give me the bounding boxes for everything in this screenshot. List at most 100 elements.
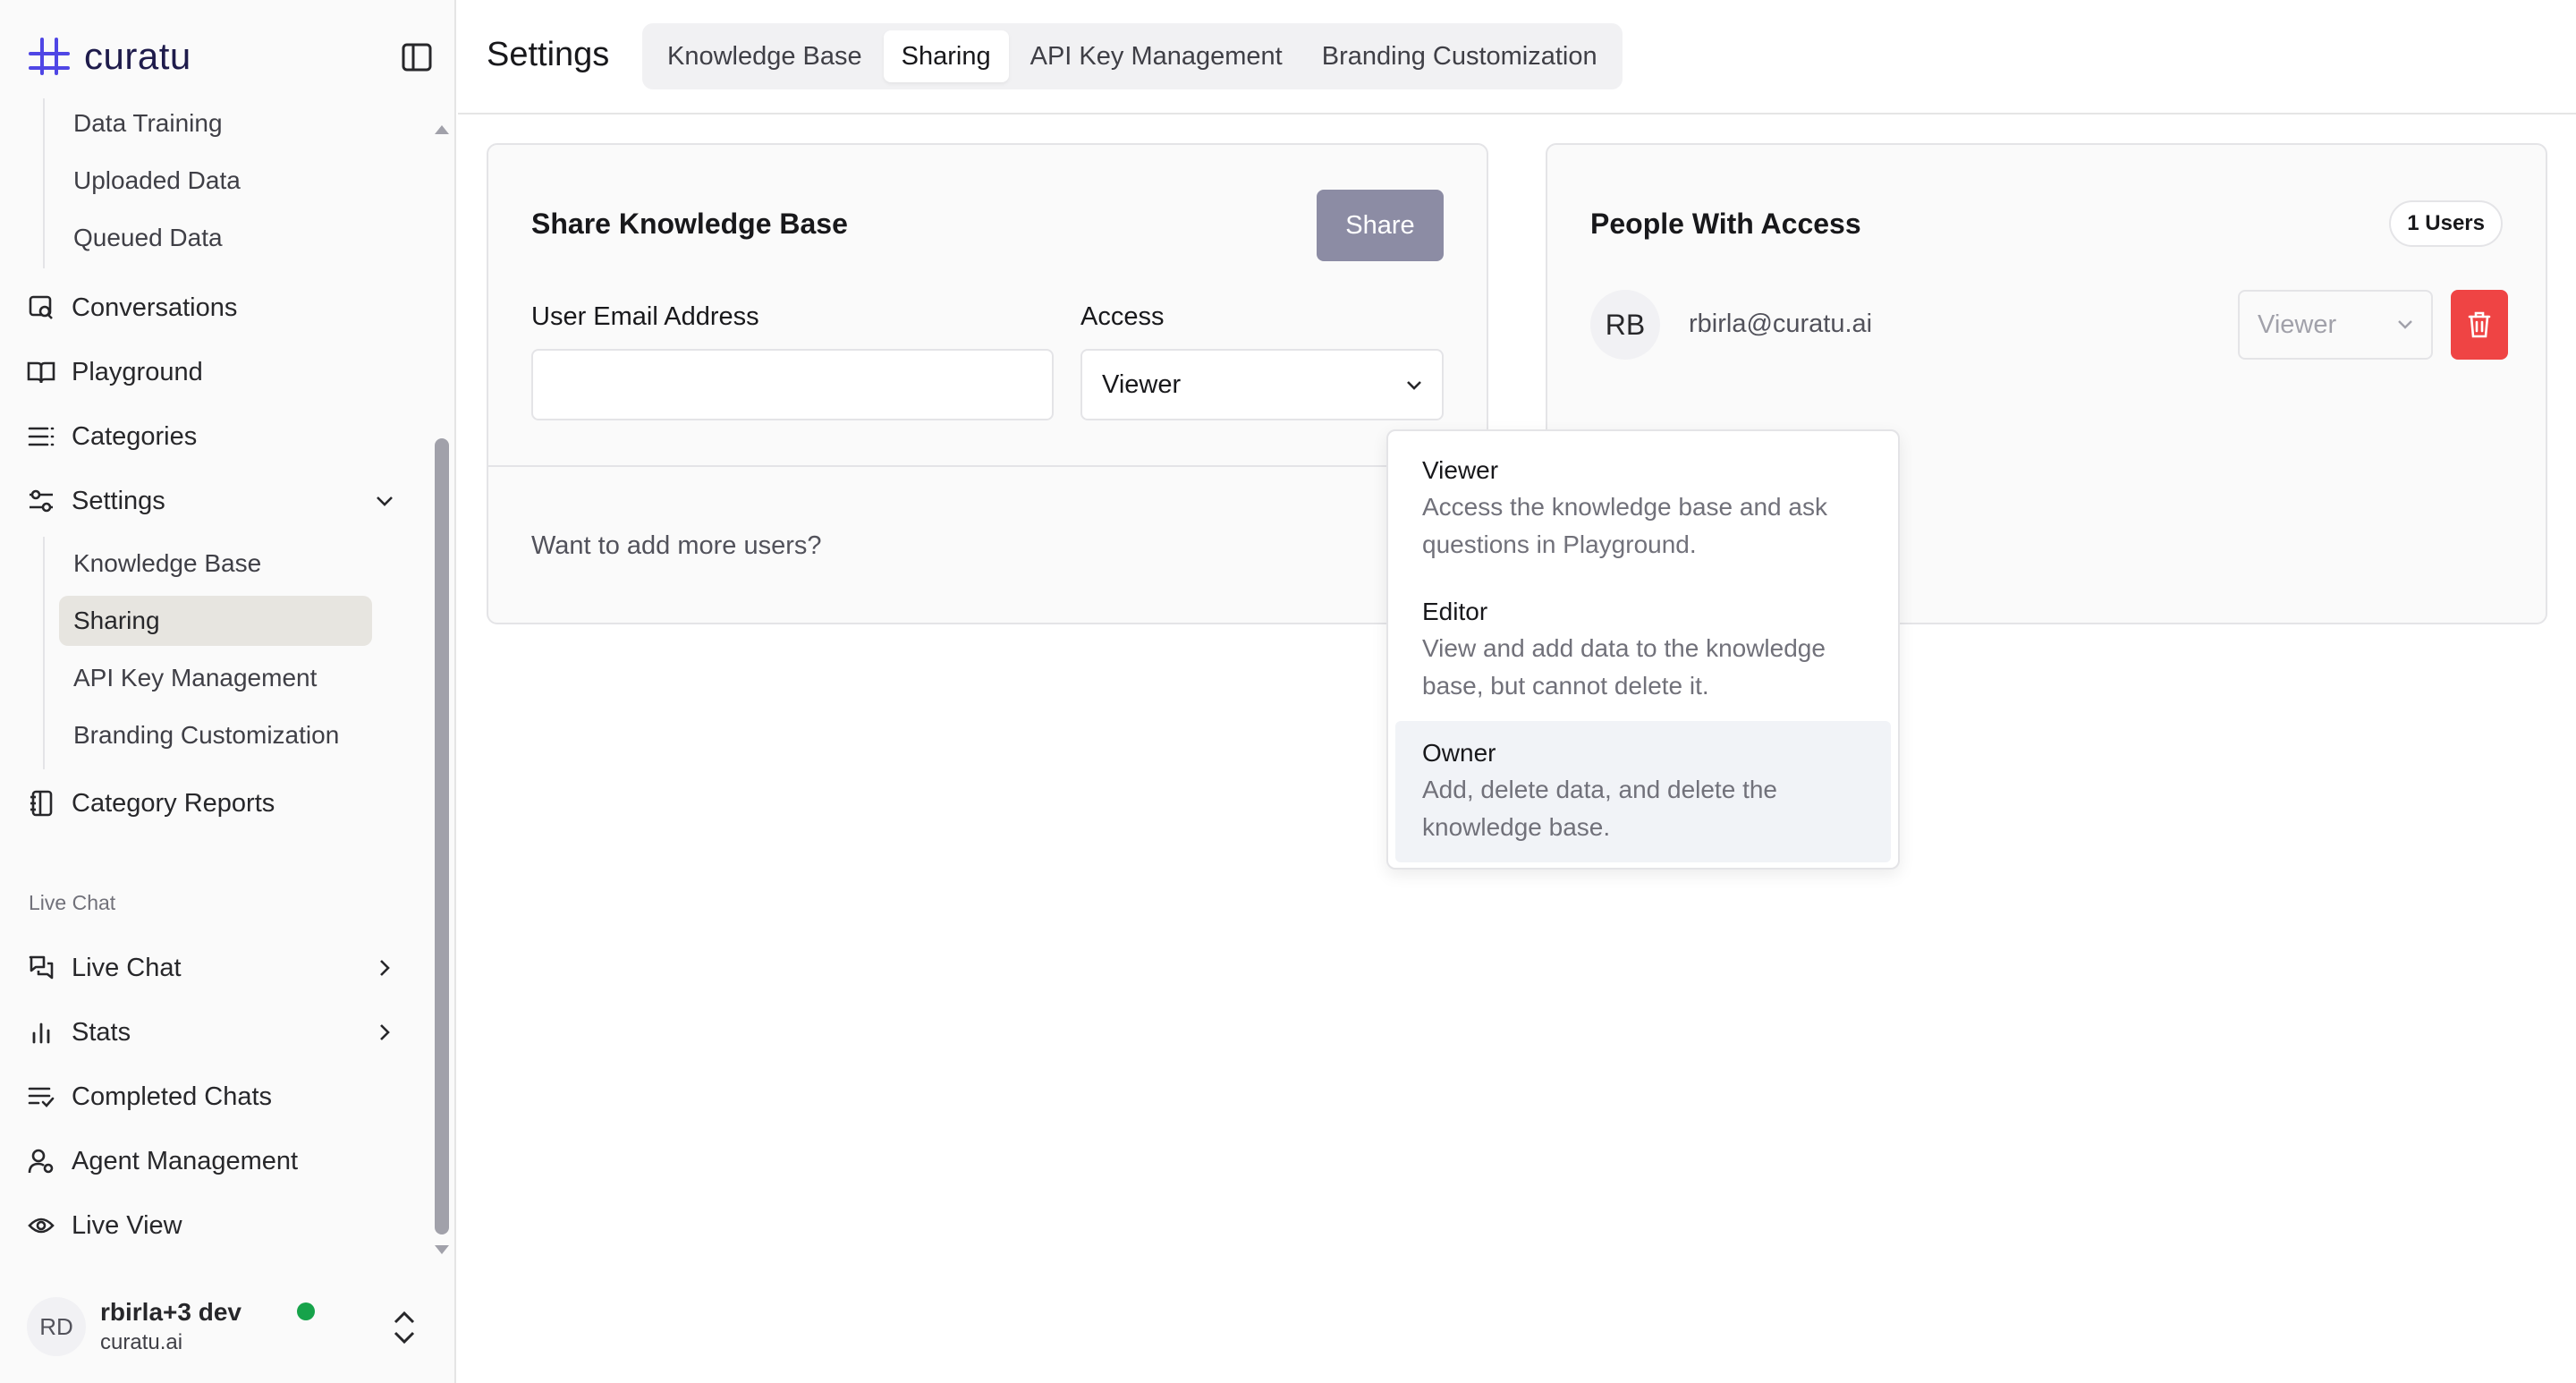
sidebar-item-queued-data[interactable]: Queued Data [59,213,372,263]
bar-chart-icon [27,1018,55,1047]
access-dropdown-menu: Viewer Access the knowledge base and ask… [1386,429,1900,870]
sidebar-item-label: Conversations [72,293,238,322]
tab-sharing[interactable]: Sharing [883,30,1009,82]
tab-api-key-management[interactable]: API Key Management [1013,30,1301,82]
email-field[interactable] [531,349,1054,420]
sliders-icon [27,487,55,515]
chevrons-up-down-icon[interactable] [386,1306,422,1349]
sidebar-item-data-training[interactable]: Data Training [59,98,372,148]
brand[interactable]: curatu [27,34,191,79]
option-description-line: base, but cannot delete it. [1422,672,1709,700]
settings-tabs: Knowledge Base Sharing API Key Managemen… [642,23,1623,89]
card-title: Share Knowledge Base [531,208,848,240]
scroll-up-arrow-icon[interactable] [435,125,449,134]
access-option-owner[interactable]: Owner Add, delete data, and delete the k… [1395,721,1891,862]
sidebar-item-label: Completed Chats [72,1082,273,1111]
email-label: User Email Address [531,302,759,331]
tab-knowledge-base[interactable]: Knowledge Base [649,30,880,82]
option-description-line: Access the knowledge base and ask [1422,493,1827,521]
option-title: Owner [1422,739,1496,767]
eye-icon [27,1211,55,1240]
sidebar-item-label: Playground [72,357,203,386]
panel-left-icon [402,43,432,72]
add-more-users-text: Want to add more users? [531,531,822,560]
tab-branding-customization[interactable]: Branding Customization [1304,30,1615,82]
brand-name: curatu [84,35,191,77]
user-menu[interactable]: RD rbirla+3 dev curatu.ai [27,1294,429,1360]
list-check-icon [27,1082,55,1111]
sidebar-item-label: Agent Management [72,1146,299,1175]
chevron-right-icon [370,1018,399,1047]
chevron-down-icon [370,487,399,515]
option-description: View and add data to the knowledge base,… [1422,630,1864,705]
online-status-dot [297,1302,315,1320]
option-title: Editor [1422,598,1488,625]
role-select[interactable]: Viewer [2238,290,2433,360]
sidebar-item-live-view[interactable]: Live View [27,1201,402,1251]
option-title: Viewer [1422,456,1499,484]
chat-search-icon [27,293,55,322]
access-option-viewer[interactable]: Viewer Access the knowledge base and ask… [1395,438,1891,580]
sidebar-item-sharing[interactable]: Sharing [59,596,372,646]
option-description-line: Add, delete data, and delete the [1422,776,1777,803]
sidebar-item-conversations[interactable]: Conversations [27,283,402,333]
users-count-badge: 1 Users [2389,200,2503,247]
header: Settings Knowledge Base Sharing API Key … [458,0,2576,115]
sidebar-item-label: Category Reports [72,788,275,818]
trash-icon [2468,311,2491,338]
user-cog-icon [27,1147,55,1175]
access-option-editor[interactable]: Editor View and add data to the knowledg… [1395,580,1891,721]
chevron-right-icon [370,954,399,982]
nav-tree-line [43,98,45,268]
sidebar-item-live-chat[interactable]: Live Chat [27,943,402,993]
sidebar-item-uploaded-data[interactable]: Uploaded Data [59,156,372,206]
divider [488,465,1487,467]
access-select-value: Viewer [1102,369,1182,399]
card-title: People With Access [1590,208,1861,240]
access-select[interactable]: Viewer [1080,349,1444,420]
main-content: Settings Knowledge Base Sharing API Key … [458,0,2576,1383]
notebook-icon [27,789,55,818]
sidebar-item-branding-customization[interactable]: Branding Customization [59,710,372,760]
option-description-line: questions in Playground. [1422,530,1697,558]
sidebar-item-label: Live Chat [72,953,182,982]
messages-icon [27,954,55,982]
list-icon [27,422,55,451]
sidebar-item-label: Categories [72,421,198,451]
sidebar: curatu Data Training Uploaded Data Queue… [0,0,456,1383]
sidebar-item-label: Live View [72,1210,182,1240]
person-row: RB rbirla@curatu.ai Viewer [1590,288,2508,361]
avatar: RD [27,1297,86,1356]
role-select-value: Viewer [2258,310,2337,339]
sidebar-item-api-key-management[interactable]: API Key Management [59,653,372,703]
sidebar-item-stats[interactable]: Stats [27,1007,402,1057]
avatar: RB [1590,290,1660,360]
sidebar-item-category-reports[interactable]: Category Reports [27,778,402,828]
sidebar-toggle-button[interactable] [399,41,435,73]
delete-user-button[interactable] [2451,290,2508,360]
sidebar-item-label: Stats [72,1017,131,1047]
option-description: Access the knowledge base and ask questi… [1422,488,1864,564]
sidebar-scroll-thumb[interactable] [435,438,449,1235]
sidebar-item-knowledge-base[interactable]: Knowledge Base [59,539,372,589]
sidebar-item-completed-chats[interactable]: Completed Chats [27,1072,402,1122]
chevron-down-icon [2395,311,2415,345]
sidebar-item-playground[interactable]: Playground [27,347,402,397]
page-title: Settings [487,36,610,73]
nav-tree-line [43,537,45,769]
app: curatu Data Training Uploaded Data Queue… [0,0,2576,1383]
option-description-line: View and add data to the knowledge [1422,634,1826,662]
user-org: curatu.ai [100,1330,183,1354]
sidebar-item-settings[interactable]: Settings [27,476,402,526]
share-button[interactable]: Share [1317,190,1444,261]
sidebar-item-agent-management[interactable]: Agent Management [27,1136,402,1186]
scroll-down-arrow-icon[interactable] [435,1245,449,1254]
sidebar-nav: Data Training Uploaded Data Queued Data … [0,98,429,1261]
book-open-icon [27,358,55,386]
option-description-line: knowledge base. [1422,813,1611,841]
sidebar-item-label: Settings [72,486,165,515]
share-knowledge-base-card: Share Knowledge Base Share User Email Ad… [487,143,1488,624]
sidebar-item-categories[interactable]: Categories [27,412,402,462]
curatu-logo-icon [29,38,70,75]
access-label: Access [1080,302,1165,331]
